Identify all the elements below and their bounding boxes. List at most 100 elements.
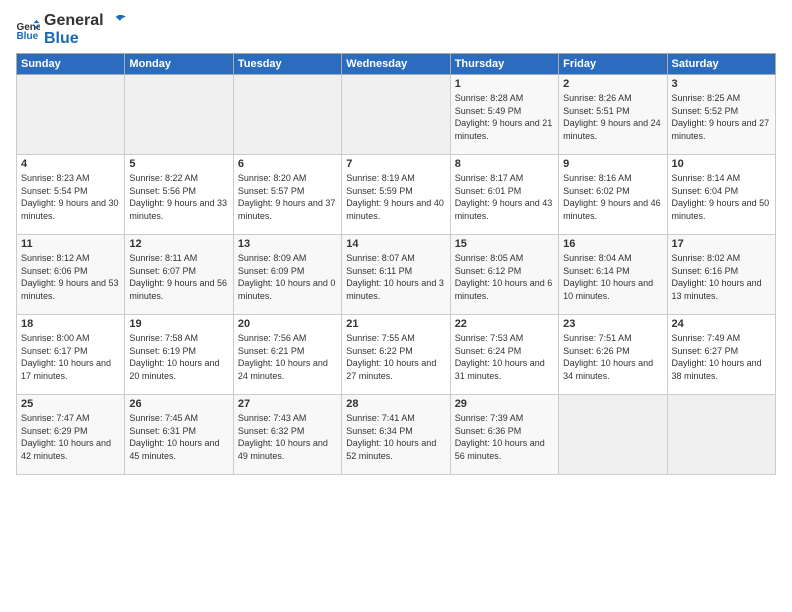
calendar-cell: 9 Sunrise: 8:16 AMSunset: 6:02 PMDaylight… (559, 155, 667, 235)
day-number: 29 (455, 398, 554, 410)
calendar-table: SundayMondayTuesdayWednesdayThursdayFrid… (16, 53, 776, 475)
calendar-cell: 15Sunrise: 8:05 AMSunset: 6:12 PMDayligh… (450, 235, 558, 315)
day-detail: Sunrise: 8:25 AMSunset: 5:52 PMDaylight:… (672, 92, 771, 142)
calendar-cell: 7 Sunrise: 8:19 AMSunset: 5:59 PMDaylight… (342, 155, 450, 235)
day-detail: Sunrise: 8:00 AMSunset: 6:17 PMDaylight:… (21, 332, 120, 382)
calendar-cell: 20 Sunrise: 7:56 AMSunset: 6:21 PMDayligh… (233, 315, 341, 395)
day-number: 6 (238, 158, 337, 170)
day-number: 12 (129, 238, 228, 250)
calendar-cell: 25 Sunrise: 7:47 AMSunset: 6:29 PMDayligh… (17, 395, 125, 475)
calendar-cell: 26Sunrise: 7:45 AMSunset: 6:31 PMDayligh… (125, 395, 233, 475)
calendar-week-row: 25 Sunrise: 7:47 AMSunset: 6:29 PMDayligh… (17, 395, 776, 475)
calendar-cell: 22 Sunrise: 7:53 AMSunset: 6:24 PMDayligh… (450, 315, 558, 395)
calendar-cell: 3 Sunrise: 8:25 AMSunset: 5:52 PMDaylight… (667, 75, 775, 155)
day-number: 19 (129, 318, 228, 330)
day-detail: Sunrise: 7:56 AMSunset: 6:21 PMDaylight:… (238, 332, 337, 382)
calendar-cell: 29 Sunrise: 7:39 AMSunset: 6:36 PMDayligh… (450, 395, 558, 475)
day-number: 10 (672, 158, 771, 170)
day-number: 28 (346, 398, 445, 410)
calendar-cell (17, 75, 125, 155)
calendar-cell: 17 Sunrise: 8:02 AMSunset: 6:16 PMDayligh… (667, 235, 775, 315)
logo-general: General (44, 12, 126, 30)
logo-blue: Blue (44, 30, 126, 48)
weekday-header: Wednesday (342, 54, 450, 75)
day-detail: Sunrise: 8:11 AMSunset: 6:07 PMDaylight:… (129, 252, 228, 302)
day-detail: Sunrise: 8:14 AMSunset: 6:04 PMDaylight:… (672, 172, 771, 222)
logo: General Blue General Blue (16, 12, 126, 47)
weekday-header: Monday (125, 54, 233, 75)
calendar-cell: 14 Sunrise: 8:07 AMSunset: 6:11 PMDayligh… (342, 235, 450, 315)
day-number: 23 (563, 318, 662, 330)
calendar-cell (667, 395, 775, 475)
day-detail: Sunrise: 8:23 AMSunset: 5:54 PMDaylight:… (21, 172, 120, 222)
calendar-cell: 6 Sunrise: 8:20 AMSunset: 5:57 PMDaylight… (233, 155, 341, 235)
day-number: 3 (672, 78, 771, 90)
day-number: 4 (21, 158, 120, 170)
weekday-header: Tuesday (233, 54, 341, 75)
day-number: 17 (672, 238, 771, 250)
calendar-cell: 1 Sunrise: 8:28 AMSunset: 5:49 PMDaylight… (450, 75, 558, 155)
day-number: 27 (238, 398, 337, 410)
calendar-cell: 4 Sunrise: 8:23 AMSunset: 5:54 PMDaylight… (17, 155, 125, 235)
day-detail: Sunrise: 8:12 AMSunset: 6:06 PMDaylight:… (21, 252, 120, 302)
day-detail: Sunrise: 7:43 AMSunset: 6:32 PMDaylight:… (238, 412, 337, 462)
svg-text:Blue: Blue (16, 31, 38, 40)
calendar-cell: 10 Sunrise: 8:14 AMSunset: 6:04 PMDayligh… (667, 155, 775, 235)
day-detail: Sunrise: 8:09 AMSunset: 6:09 PMDaylight:… (238, 252, 337, 302)
weekday-header: Thursday (450, 54, 558, 75)
calendar-cell: 5Sunrise: 8:22 AMSunset: 5:56 PMDaylight… (125, 155, 233, 235)
day-number: 24 (672, 318, 771, 330)
day-detail: Sunrise: 8:04 AMSunset: 6:14 PMDaylight:… (563, 252, 662, 302)
weekday-header: Sunday (17, 54, 125, 75)
day-number: 11 (21, 238, 120, 250)
calendar-cell (342, 75, 450, 155)
day-number: 26 (129, 398, 228, 410)
day-number: 25 (21, 398, 120, 410)
calendar-cell: 11 Sunrise: 8:12 AMSunset: 6:06 PMDayligh… (17, 235, 125, 315)
day-detail: Sunrise: 8:26 AMSunset: 5:51 PMDaylight:… (563, 92, 662, 142)
day-detail: Sunrise: 8:17 AMSunset: 6:01 PMDaylight:… (455, 172, 554, 222)
calendar-cell (233, 75, 341, 155)
calendar-cell: 18 Sunrise: 8:00 AMSunset: 6:17 PMDayligh… (17, 315, 125, 395)
calendar-cell: 21Sunrise: 7:55 AMSunset: 6:22 PMDayligh… (342, 315, 450, 395)
day-number: 16 (563, 238, 662, 250)
day-number: 22 (455, 318, 554, 330)
day-number: 20 (238, 318, 337, 330)
day-detail: Sunrise: 7:47 AMSunset: 6:29 PMDaylight:… (21, 412, 120, 462)
weekday-header: Saturday (667, 54, 775, 75)
day-number: 1 (455, 78, 554, 90)
page-container: General Blue General Blue SundayMondayT (0, 0, 792, 483)
calendar-week-row: 4 Sunrise: 8:23 AMSunset: 5:54 PMDaylight… (17, 155, 776, 235)
logo-bird (108, 14, 126, 28)
calendar-week-row: 18 Sunrise: 8:00 AMSunset: 6:17 PMDayligh… (17, 315, 776, 395)
day-detail: Sunrise: 8:20 AMSunset: 5:57 PMDaylight:… (238, 172, 337, 222)
day-number: 2 (563, 78, 662, 90)
day-detail: Sunrise: 7:41 AMSunset: 6:34 PMDaylight:… (346, 412, 445, 462)
calendar-cell: 23Sunrise: 7:51 AMSunset: 6:26 PMDayligh… (559, 315, 667, 395)
day-number: 18 (21, 318, 120, 330)
day-number: 15 (455, 238, 554, 250)
day-detail: Sunrise: 7:53 AMSunset: 6:24 PMDaylight:… (455, 332, 554, 382)
day-number: 7 (346, 158, 445, 170)
calendar-week-row: 11 Sunrise: 8:12 AMSunset: 6:06 PMDayligh… (17, 235, 776, 315)
day-number: 14 (346, 238, 445, 250)
day-detail: Sunrise: 8:16 AMSunset: 6:02 PMDaylight:… (563, 172, 662, 222)
calendar-cell (559, 395, 667, 475)
day-detail: Sunrise: 8:19 AMSunset: 5:59 PMDaylight:… (346, 172, 445, 222)
day-detail: Sunrise: 8:02 AMSunset: 6:16 PMDaylight:… (672, 252, 771, 302)
day-number: 9 (563, 158, 662, 170)
weekday-header: Friday (559, 54, 667, 75)
calendar-cell: 13Sunrise: 8:09 AMSunset: 6:09 PMDayligh… (233, 235, 341, 315)
day-detail: Sunrise: 8:28 AMSunset: 5:49 PMDaylight:… (455, 92, 554, 142)
day-number: 5 (129, 158, 228, 170)
calendar-cell: 28 Sunrise: 7:41 AMSunset: 6:34 PMDayligh… (342, 395, 450, 475)
day-detail: Sunrise: 8:07 AMSunset: 6:11 PMDaylight:… (346, 252, 445, 302)
calendar-cell: 27 Sunrise: 7:43 AMSunset: 6:32 PMDayligh… (233, 395, 341, 475)
day-detail: Sunrise: 7:39 AMSunset: 6:36 PMDaylight:… (455, 412, 554, 462)
calendar-header-row: SundayMondayTuesdayWednesdayThursdayFrid… (17, 54, 776, 75)
calendar-cell: 12 Sunrise: 8:11 AMSunset: 6:07 PMDayligh… (125, 235, 233, 315)
header: General Blue General Blue (16, 12, 776, 47)
day-number: 21 (346, 318, 445, 330)
logo-icon: General Blue (16, 20, 40, 40)
calendar-cell: 8Sunrise: 8:17 AMSunset: 6:01 PMDaylight… (450, 155, 558, 235)
